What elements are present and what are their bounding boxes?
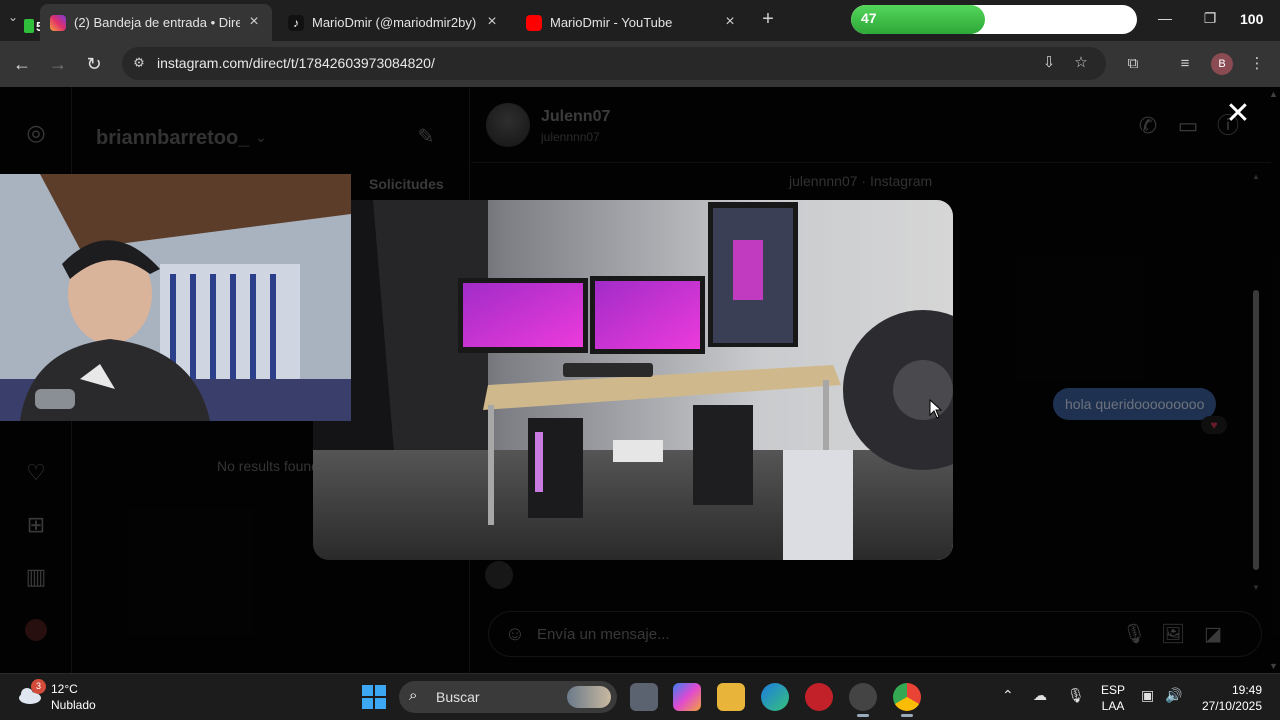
browser-tab-strip: ⌄ 5 (2) Bandeja de entrada • Direct × ♪ … — [0, 0, 1280, 41]
address-bar[interactable]: ⚙ instagram.com/direct/t/178426039730848… — [122, 47, 1106, 80]
kick-logo-icon — [24, 19, 34, 33]
task-view-icon[interactable] — [630, 683, 658, 711]
tab-title: MarioDmir - YouTube — [550, 15, 673, 30]
temperature: 12°C — [51, 682, 78, 696]
search-icon: ⌕ — [409, 687, 418, 704]
media-controls-icon[interactable]: ≡ — [1174, 53, 1196, 75]
bookmark-star-icon[interactable]: ☆ — [1072, 54, 1090, 72]
mouse-cursor-icon — [929, 399, 943, 419]
restore-icon[interactable]: ❐ — [1200, 10, 1220, 30]
search-label: Buscar — [436, 689, 480, 705]
url-text[interactable]: instagram.com/direct/t/17842603973084820… — [157, 55, 435, 71]
desk-setup-photo — [313, 200, 953, 560]
tab-title: MarioDmir (@mariodmir2by) | T — [312, 15, 478, 30]
clock-date: 27/10/2025 — [1201, 699, 1262, 713]
new-tab-plus-icon[interactable]: + — [758, 9, 778, 30]
tiktok-icon: ♪ — [288, 14, 304, 31]
input-language[interactable]: ESP LAA — [1101, 682, 1125, 714]
follower-label: SEGUIDORES — [1013, 10, 1112, 26]
install-app-icon[interactable]: ⇩ — [1040, 54, 1058, 72]
network-icon[interactable]: ▣ — [1141, 687, 1154, 704]
media-viewer-photo[interactable] — [313, 200, 953, 560]
volume-icon[interactable]: 🔊 — [1165, 687, 1182, 704]
tab-title: (2) Bandeja de entrada • Direct — [74, 15, 240, 30]
tab-tiktok[interactable]: ♪ MarioDmir (@mariodmir2by) | T × — [278, 4, 510, 41]
reload-icon[interactable]: ↻ — [82, 52, 106, 76]
back-arrow-icon[interactable]: ← — [10, 52, 34, 76]
app-red-icon[interactable] — [805, 683, 833, 711]
language-code: ESP — [1101, 683, 1126, 697]
forward-arrow-icon[interactable]: → — [46, 52, 70, 76]
weather-condition: Nublado — [51, 698, 96, 712]
webcam-feed — [0, 174, 351, 421]
minimize-icon[interactable]: — — [1155, 10, 1175, 30]
file-explorer-icon[interactable] — [717, 683, 745, 711]
system-clock[interactable]: 19:49 27/10/2025 — [1198, 682, 1262, 714]
search-highlight-image — [567, 686, 611, 708]
onedrive-cloud-icon[interactable]: ☁ — [1033, 687, 1047, 704]
close-tab-icon[interactable]: × — [484, 13, 500, 31]
chrome-icon[interactable] — [893, 683, 921, 717]
edge-browser-icon[interactable] — [761, 683, 789, 711]
browser-toolbar: ← → ↻ ⚙ instagram.com/direct/t/178426039… — [0, 41, 1280, 87]
screen: ◎ ♡ ⊞ ▥ briannbarretoo_ ⌄ ✎ Solicitudes … — [0, 0, 1280, 720]
taskbar-search[interactable]: ⌕ Buscar — [399, 681, 617, 713]
profile-avatar-button[interactable]: B — [1211, 53, 1233, 75]
close-tab-icon[interactable]: × — [246, 13, 262, 31]
streamer-webcam — [0, 174, 351, 421]
follower-current-count: 47 — [861, 10, 877, 26]
windows-start-icon[interactable] — [362, 685, 386, 709]
show-hidden-icons-chevron-icon[interactable]: ⌃ — [1002, 687, 1014, 704]
close-icon[interactable]: ✕ — [1224, 99, 1252, 129]
follower-goal-widget: 47 SEGUIDORES — [851, 5, 1137, 34]
close-tab-icon[interactable]: × — [722, 13, 738, 31]
keyboard-layout: LAA — [1101, 699, 1125, 713]
tab-instagram-direct[interactable]: (2) Bandeja de entrada • Direct × — [40, 4, 272, 41]
microphone-icon[interactable]: 🎙 — [1067, 687, 1085, 704]
instagram-icon — [50, 14, 66, 31]
windows-taskbar: 3 12°C Nublado ⌕ Buscar ⌃ ☁ 🎙 ESP LAA ▣ … — [0, 673, 1280, 720]
youtube-icon — [526, 14, 542, 31]
clock-time: 19:49 — [1231, 683, 1262, 697]
tab-youtube[interactable]: MarioDmir - YouTube × — [516, 4, 748, 41]
weather-alert-badge: 3 — [31, 679, 46, 694]
menu-kebab-icon[interactable]: ⋮ — [1246, 53, 1268, 75]
extensions-puzzle-icon[interactable]: ⧉ — [1122, 53, 1144, 75]
copilot-icon[interactable] — [673, 683, 701, 711]
obs-studio-icon[interactable] — [849, 683, 877, 717]
site-settings-icon[interactable]: ⚙ — [130, 54, 148, 72]
follower-goal-count: 100 — [1240, 11, 1264, 27]
